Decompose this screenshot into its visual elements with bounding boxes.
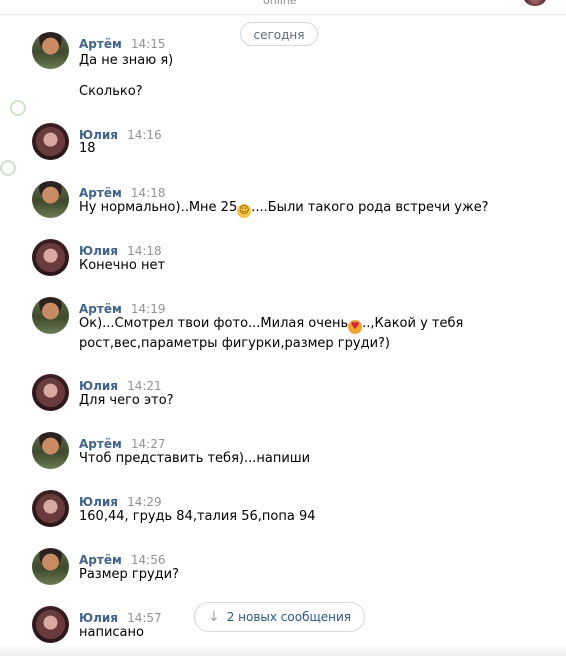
- message-text-part: Ок)...Смотрел твои фото...Милая очень: [79, 316, 349, 331]
- author-name[interactable]: Артём: [79, 437, 122, 451]
- message-time[interactable]: 14:21: [127, 379, 162, 393]
- message-time[interactable]: 14:18: [131, 186, 166, 200]
- message-time[interactable]: 14:56: [131, 553, 166, 567]
- chat-header: online: [0, 0, 566, 15]
- arrow-down-icon: ↓: [207, 609, 220, 625]
- message-time[interactable]: 14:15: [131, 37, 166, 51]
- author-name[interactable]: Юлия: [79, 379, 118, 393]
- new-messages-label: 2 новых сообщения: [226, 610, 352, 624]
- avatar[interactable]: [32, 432, 69, 469]
- message-text: 18: [79, 141, 96, 156]
- message-text-part: Ну нормально)..Мне 25: [79, 200, 238, 215]
- avatar[interactable]: [32, 548, 69, 585]
- message-time[interactable]: 14:16: [127, 128, 162, 142]
- smiling-face-icon: ☺: [237, 204, 252, 218]
- author-name[interactable]: Артём: [79, 37, 122, 51]
- new-messages-button[interactable]: ↓ 2 новых сообщения: [194, 602, 365, 632]
- message-text: Да не знаю я): [79, 53, 174, 68]
- message-text: 160,44, грудь 84,талия 56,попа 94: [79, 509, 316, 524]
- author-name[interactable]: Юлия: [79, 611, 118, 625]
- message-text: Ок)...Смотрел твои фото...Милая очень ♥..…: [79, 316, 463, 334]
- message-text: Размер груди?: [79, 567, 180, 582]
- header-avatar[interactable]: [524, 0, 546, 6]
- author-name[interactable]: Артём: [79, 186, 122, 200]
- composer-edge: [0, 646, 566, 656]
- message-text-part: ....Были такого рода встречи уже?: [251, 200, 489, 215]
- avatar[interactable]: [32, 606, 69, 643]
- message-time[interactable]: 14:27: [131, 437, 166, 451]
- message-time[interactable]: 14:29: [127, 495, 162, 509]
- avatar[interactable]: [32, 32, 69, 69]
- message-text: написано: [79, 625, 144, 640]
- message-time[interactable]: 14:18: [127, 244, 162, 258]
- author-name[interactable]: Артём: [79, 302, 122, 316]
- message-text: рост,вес,параметры фигурки,размер груди?…: [79, 336, 390, 351]
- avatar[interactable]: [32, 490, 69, 527]
- heart-eyes-face-icon: ♥: [348, 320, 363, 334]
- message-text-part: ..,Какой у тебя: [362, 316, 464, 331]
- avatar[interactable]: [32, 374, 69, 411]
- message-time[interactable]: 14:19: [131, 302, 166, 316]
- online-status: online: [263, 0, 297, 7]
- message-text: Ну нормально)..Мне 25 ☺ ....Были такого ро…: [79, 200, 489, 218]
- avatar[interactable]: [32, 297, 69, 334]
- avatar[interactable]: [32, 181, 69, 218]
- author-name[interactable]: Артём: [79, 553, 122, 567]
- message-text: Сколько?: [79, 84, 143, 99]
- author-name[interactable]: Юлия: [79, 128, 118, 142]
- author-name[interactable]: Юлия: [79, 244, 118, 258]
- author-name[interactable]: Юлия: [79, 495, 118, 509]
- avatar[interactable]: [32, 123, 69, 160]
- message-text: Для чего это?: [79, 393, 174, 408]
- avatar[interactable]: [32, 239, 69, 276]
- message-text: Чтоб представить тебя)...напиши: [79, 451, 311, 466]
- message-time[interactable]: 14:57: [127, 611, 162, 625]
- message-text: Конечно нет: [79, 258, 166, 273]
- date-separator: сегодня: [240, 22, 318, 46]
